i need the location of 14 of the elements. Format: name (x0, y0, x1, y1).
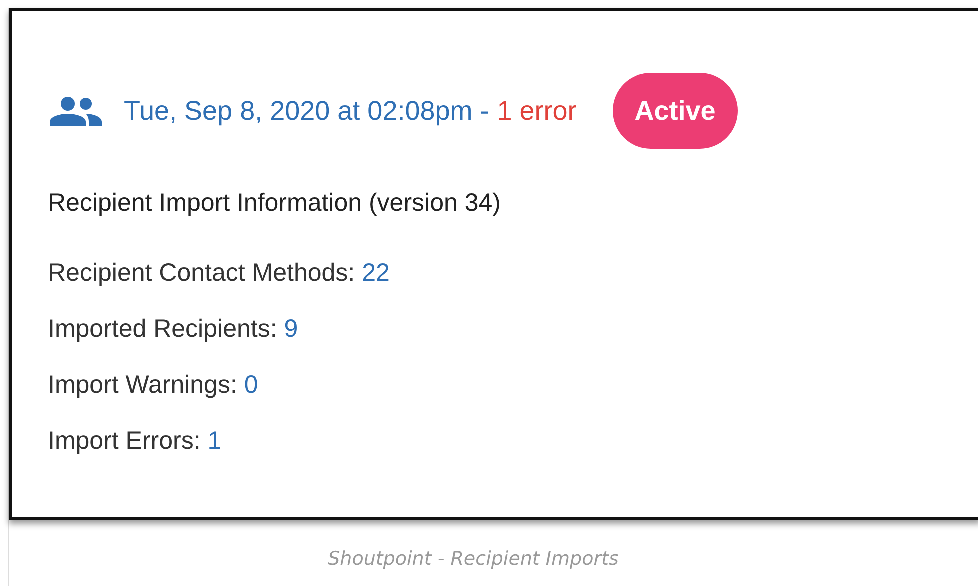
figure-caption: Shoutpoint - Recipient Imports (327, 548, 620, 570)
section-heading: Recipient Import Information (version 34) (48, 189, 502, 218)
stat-value: 22 (362, 258, 390, 288)
stat-label: Imported Recipients: (48, 314, 278, 344)
people-icon (48, 96, 104, 126)
stat-label: Import Errors: (48, 426, 201, 456)
status-badge: Active (612, 73, 738, 149)
stat-label: Recipient Contact Methods: (48, 258, 356, 288)
stat-value: 1 (208, 426, 222, 456)
stat-value: 0 (244, 370, 258, 400)
stat-value: 9 (284, 314, 298, 344)
error-count: 1 error (497, 96, 577, 126)
stat-label: Import Warnings: (48, 370, 238, 400)
import-timestamp: Tue, Sep 8, 2020 at 02:08pm - (124, 96, 490, 126)
